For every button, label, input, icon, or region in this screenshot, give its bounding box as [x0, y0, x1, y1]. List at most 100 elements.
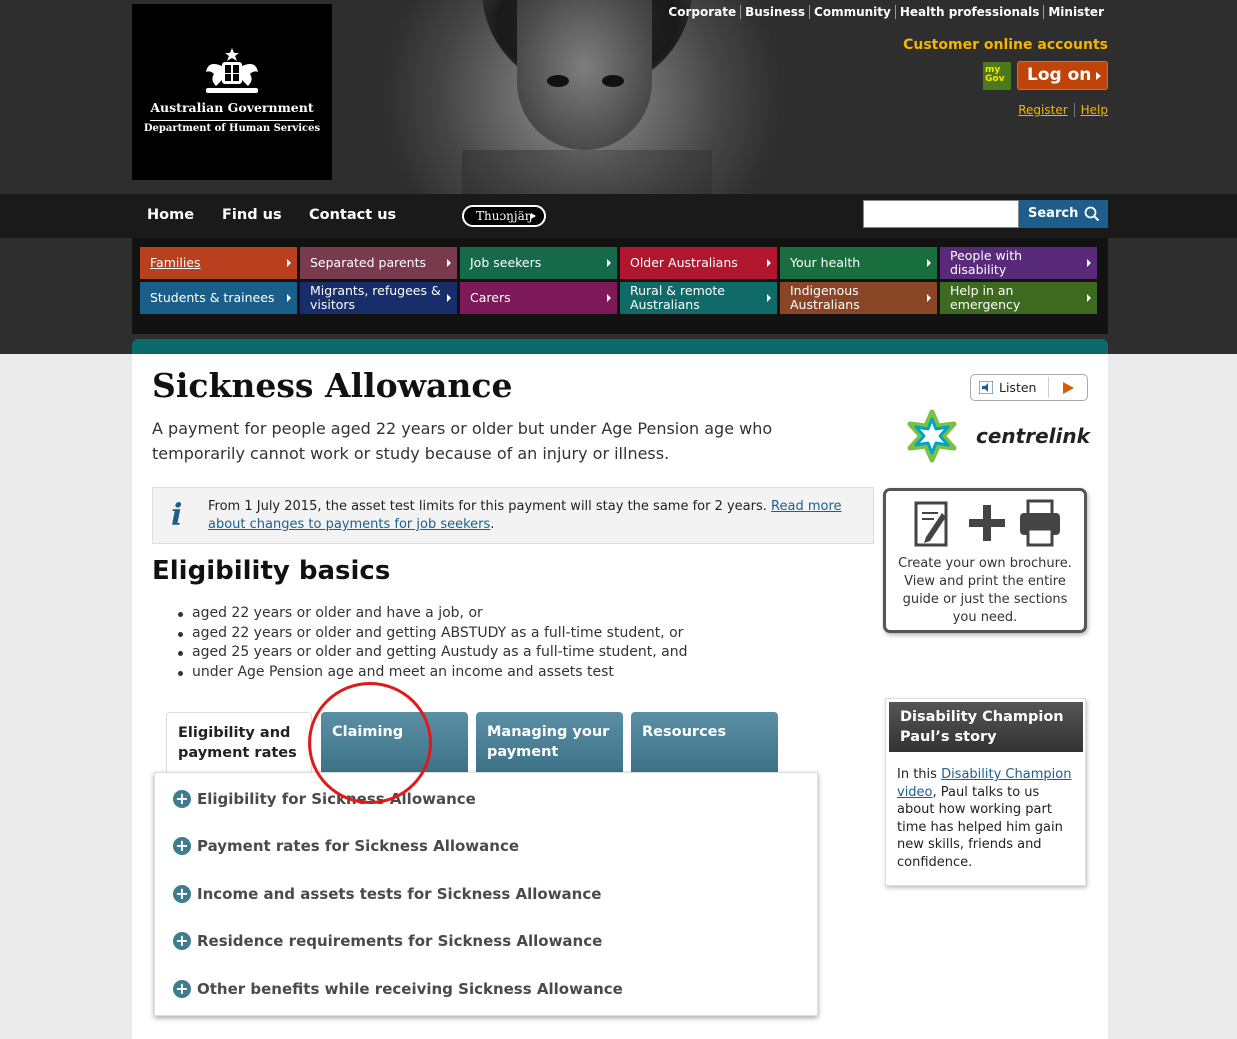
- category-label: Separated parents: [310, 255, 427, 270]
- log-on-label: Log on: [1027, 65, 1092, 85]
- chevron-right-icon: [927, 294, 931, 302]
- highlight-circle: [308, 682, 432, 804]
- brochure-icons: [914, 499, 1060, 547]
- language-label: Thuɔŋjäŋ: [476, 209, 533, 223]
- utility-nav: Corporate Business Community Health prof…: [664, 5, 1108, 19]
- search-button-label: Search: [1028, 206, 1079, 221]
- help-link[interactable]: Help: [1073, 103, 1108, 117]
- info-icon: i: [171, 498, 183, 533]
- accordion-label: Income and assets tests for Sickness All…: [197, 885, 602, 903]
- create-brochure-widget[interactable]: Create your own brochure. View and print…: [883, 488, 1087, 633]
- search-button[interactable]: Search: [1019, 200, 1108, 228]
- util-link-business[interactable]: Business: [740, 5, 809, 19]
- log-on-button[interactable]: Log on: [1017, 61, 1108, 90]
- eligibility-heading: Eligibility basics: [152, 556, 391, 586]
- category-indigenous-australians[interactable]: Indigenous Australians: [780, 282, 937, 314]
- notice-body: From 1 July 2015, the asset test limits …: [208, 499, 772, 514]
- category-help-in-emergency[interactable]: Help in an emergency: [940, 282, 1097, 314]
- category-your-health[interactable]: Your health: [780, 247, 937, 279]
- nav-find-us[interactable]: Find us: [222, 207, 282, 223]
- register-link[interactable]: Register: [1012, 103, 1073, 117]
- util-link-health-professionals[interactable]: Health professionals: [894, 5, 1044, 19]
- speaker-icon: [979, 381, 993, 394]
- category-rural-remote[interactable]: Rural & remote Australians: [620, 282, 777, 314]
- chevron-right-icon: [447, 259, 451, 267]
- centrelink-wordmark: centrelink: [976, 424, 1090, 448]
- accordion-label: Residence requirements for Sickness Allo…: [197, 932, 603, 950]
- plus-icon: +: [173, 885, 191, 903]
- category-label: Indigenous Australians: [790, 283, 860, 312]
- chevron-right-icon: [607, 294, 611, 302]
- category-job-seekers[interactable]: Job seekers: [460, 247, 617, 279]
- util-link-minister[interactable]: Minister: [1043, 5, 1108, 19]
- accordion-income-assets[interactable]: + Income and assets tests for Sickness Al…: [173, 885, 601, 903]
- logo-divider: [150, 120, 314, 121]
- brochure-description: Create your own brochure. View and print…: [898, 556, 1072, 625]
- category-label: Carers: [470, 290, 511, 305]
- category-label: People with disability: [950, 248, 1023, 277]
- chevron-right-icon: [1096, 72, 1101, 80]
- language-button[interactable]: Thuɔŋjäŋ: [462, 205, 546, 227]
- search-input[interactable]: [863, 200, 1019, 228]
- champion-text: In this Disability Champion video, Paul …: [897, 767, 1072, 870]
- eligibility-list: aged 22 years or older and have a job, o…: [176, 604, 688, 682]
- hero-photo: [332, 0, 892, 210]
- category-label: Help in an emergency: [950, 283, 1021, 312]
- category-migrants-refugees-visitors[interactable]: Migrants, refugees & visitors: [300, 282, 457, 314]
- chevron-right-icon: [1087, 294, 1091, 302]
- accordion-other-benefits[interactable]: + Other benefits while receiving Sickness…: [173, 980, 623, 998]
- category-separated-parents[interactable]: Separated parents: [300, 247, 457, 279]
- category-label: Job seekers: [470, 255, 542, 270]
- category-label: Migrants, refugees & visitors: [310, 283, 441, 312]
- accordion-label: Payment rates for Sickness Allowance: [197, 837, 520, 855]
- list-item: aged 22 years or older and have a job, o…: [176, 604, 688, 624]
- chevron-right-icon: [1087, 259, 1091, 267]
- chevron-right-icon: [287, 259, 291, 267]
- plus-icon: +: [173, 980, 191, 998]
- notice-text: From 1 July 2015, the asset test limits …: [208, 499, 842, 532]
- customer-accounts-title: Customer online accounts: [903, 37, 1108, 53]
- disability-champion-box: Disability Champion Paul’s story In this…: [885, 698, 1086, 886]
- util-link-community[interactable]: Community: [809, 5, 895, 19]
- category-families[interactable]: Families: [140, 247, 297, 279]
- champion-heading: Disability Champion Paul’s story: [889, 702, 1083, 752]
- chevron-right-icon: [287, 294, 291, 302]
- category-students-trainees[interactable]: Students & trainees: [140, 282, 297, 314]
- chevron-right-icon: [767, 294, 771, 302]
- category-label: Students & trainees: [150, 290, 275, 305]
- chevron-right-icon: [607, 259, 611, 267]
- category-carers[interactable]: Carers: [460, 282, 617, 314]
- accordion-residence[interactable]: + Residence requirements for Sickness All…: [173, 932, 602, 950]
- chevron-right-icon: [927, 259, 931, 267]
- chevron-right-icon: [767, 259, 771, 267]
- list-item: aged 22 years or older and getting ABSTU…: [176, 624, 688, 644]
- info-notice: i From 1 July 2015, the asset test limit…: [152, 487, 874, 544]
- category-people-with-disability[interactable]: People with disability: [940, 247, 1097, 279]
- printer-icon: [1020, 499, 1060, 547]
- listen-label: Listen: [999, 380, 1037, 395]
- listen-button[interactable]: Listen: [970, 374, 1088, 401]
- category-label: Families: [150, 255, 201, 270]
- logo-line-government: Australian Government: [150, 100, 314, 115]
- government-logo[interactable]: Australian Government Department of Huma…: [132, 4, 332, 180]
- coat-of-arms-icon: [206, 48, 258, 93]
- list-item: under Age Pension age and meet an income…: [176, 663, 688, 683]
- util-link-corporate[interactable]: Corporate: [664, 5, 740, 19]
- category-label: Older Australians: [630, 255, 738, 270]
- category-label: Rural & remote Australians: [630, 283, 725, 312]
- mygov-logo[interactable]: my Gov: [983, 62, 1011, 90]
- tab-resources[interactable]: Resources: [631, 712, 778, 774]
- plus-icon: [969, 505, 1005, 541]
- tab-managing-payment[interactable]: Managing your payment: [476, 712, 623, 774]
- accordion-payment-rates[interactable]: + Payment rates for Sickness Allowance: [173, 837, 519, 855]
- tab-eligibility-payment-rates[interactable]: Eligibility and payment rates: [166, 712, 312, 774]
- plus-icon: +: [173, 932, 191, 950]
- category-older-australians[interactable]: Older Australians: [620, 247, 777, 279]
- accordion-eligibility[interactable]: + Eligibility for Sickness Allowance: [173, 790, 476, 808]
- nav-home[interactable]: Home: [147, 207, 194, 223]
- chevron-right-icon: [531, 213, 536, 219]
- tab-panel: + Eligibility for Sickness Allowance + Pay…: [154, 772, 818, 1016]
- nav-contact-us[interactable]: Contact us: [309, 207, 396, 223]
- accordion-label: Other benefits while receiving Sickness …: [197, 980, 623, 998]
- list-item: aged 25 years or older and getting Austu…: [176, 643, 688, 663]
